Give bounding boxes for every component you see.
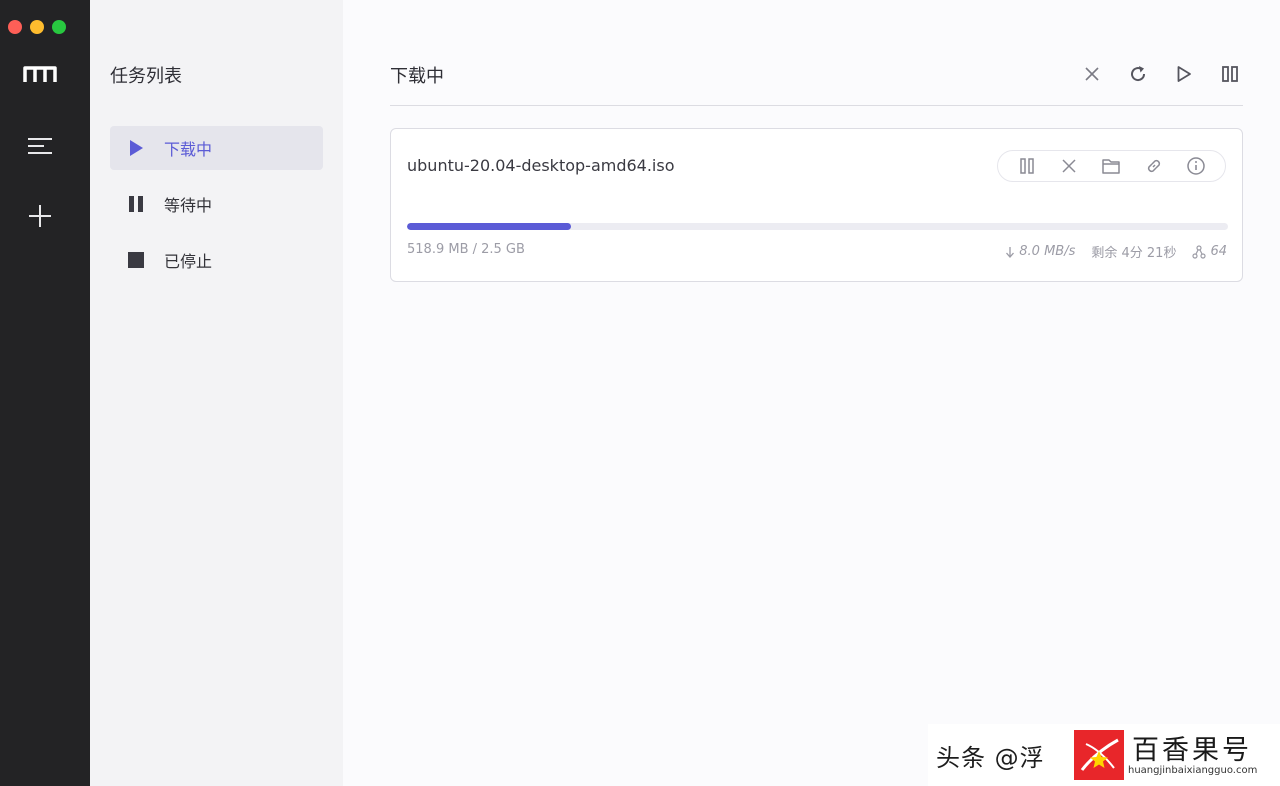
stop-icon: [126, 250, 146, 270]
refresh-icon: [1131, 66, 1146, 82]
arrow-down-icon: [1006, 246, 1015, 258]
progress-bar: [407, 223, 1228, 230]
watermark-url: huangjinbaixiangguo.com: [1128, 765, 1258, 776]
folder-icon: [1102, 159, 1121, 174]
brand-logo-icon: [1074, 730, 1124, 780]
link-icon: [1147, 159, 1160, 173]
pause-icon: [1222, 66, 1238, 82]
open-folder-button[interactable]: [1098, 153, 1124, 179]
window-controls: [8, 20, 66, 34]
time-remaining: 剩余 4分 21秒: [1091, 246, 1177, 261]
play-icon: [1177, 66, 1191, 82]
sidebar-item-label: 下载中: [164, 140, 213, 159]
add-task-button[interactable]: [24, 200, 56, 232]
header-divider: [390, 105, 1243, 106]
pause-task-button[interactable]: [1014, 153, 1040, 179]
close-icon: [1062, 159, 1076, 173]
plus-icon: [29, 205, 51, 227]
pause-icon: [126, 194, 146, 214]
watermark-brand: 百香果号: [1132, 735, 1252, 766]
copy-link-button[interactable]: [1141, 153, 1167, 179]
clear-tasks-button[interactable]: [1080, 60, 1104, 88]
watermark-handle: 头条 @浮: [936, 743, 1045, 772]
sidebar-item-stopped[interactable]: 已停止: [110, 238, 323, 282]
play-icon: [126, 138, 146, 158]
zoom-window-button[interactable]: [52, 20, 66, 34]
refresh-button[interactable]: [1126, 60, 1150, 88]
info-icon: [1187, 157, 1205, 175]
menu-button[interactable]: [24, 130, 56, 162]
download-speed: 8.0 MB/s: [1005, 244, 1075, 259]
hamburger-icon: [28, 138, 52, 154]
task-sidebar: 任务列表 下载中 等待中 已停止: [90, 0, 343, 786]
close-window-button[interactable]: [8, 20, 22, 34]
connections-value: 64: [1210, 244, 1227, 259]
task-actions: [997, 150, 1226, 182]
sidebar-item-downloading[interactable]: 下载中: [110, 126, 323, 170]
resume-all-button[interactable]: [1172, 60, 1196, 88]
minimize-window-button[interactable]: [30, 20, 44, 34]
connections-icon: [1192, 244, 1207, 259]
sidebar-item-waiting[interactable]: 等待中: [110, 182, 323, 226]
task-info-button[interactable]: [1183, 153, 1209, 179]
delete-task-button[interactable]: [1056, 153, 1082, 179]
sidebar-item-label: 已停止: [164, 252, 213, 271]
watermark: 头条 @浮 百香果号 huangjinbaixiangguo.com: [928, 724, 1280, 786]
page-title: 下载中: [390, 66, 444, 87]
sidebar-title: 任务列表: [110, 66, 182, 87]
app-rail: [0, 0, 90, 786]
task-toolbar: [1080, 60, 1242, 88]
progress-fill: [407, 223, 572, 230]
sidebar-item-label: 等待中: [164, 196, 213, 215]
speed-value: 8.0 MB/s: [1019, 244, 1076, 259]
connections: 64: [1192, 244, 1227, 259]
task-stats: 8.0 MB/s 剩余 4分 21秒 64: [1005, 242, 1227, 261]
main-panel: 下载中 ubuntu-20.04-desktop-amd64.iso 518.9…: [343, 0, 1280, 786]
pause-all-button[interactable]: [1218, 60, 1242, 88]
task-card[interactable]: ubuntu-20.04-desktop-amd64.iso 518.9 MB …: [390, 128, 1243, 282]
motrix-logo-icon: [23, 66, 57, 82]
pause-icon: [1020, 158, 1034, 174]
task-size: 518.9 MB / 2.5 GB: [407, 242, 525, 257]
close-icon: [1085, 67, 1099, 81]
task-name: ubuntu-20.04-desktop-amd64.iso: [407, 156, 675, 175]
